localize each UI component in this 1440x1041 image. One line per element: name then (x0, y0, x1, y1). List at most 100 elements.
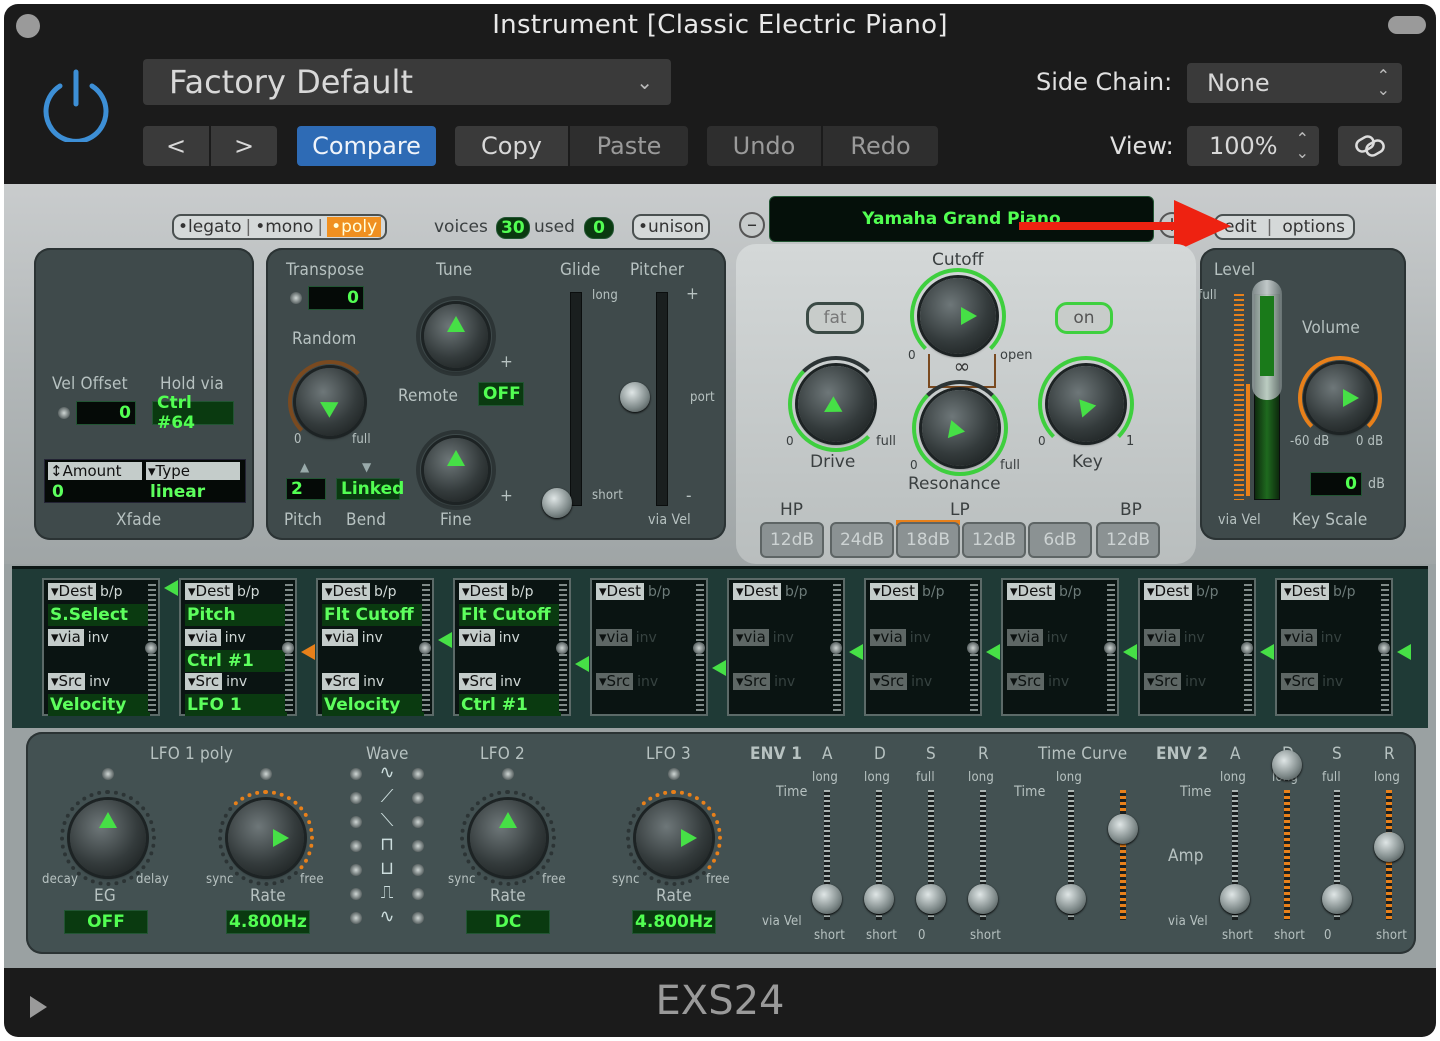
mod-slot-amount-handle[interactable] (1241, 642, 1253, 654)
mod-slot-10[interactable]: ▾Dest b/p ▾via inv ▾Src inv (1275, 578, 1411, 716)
env-fader-1-handle[interactable] (812, 884, 842, 914)
lfo2-led[interactable] (502, 768, 514, 780)
mod-slot-via-header[interactable]: ▾via inv (48, 628, 136, 647)
transpose-value[interactable]: 0 (308, 286, 364, 310)
mod-slot-src-header[interactable]: ▾Src inv (322, 672, 410, 691)
filter-tab-hp-12db[interactable]: 12dB (760, 522, 824, 558)
wave-3-lfo2-select[interactable] (412, 816, 424, 828)
wave-7-lfo2-select[interactable] (412, 912, 424, 924)
lfo3-rate-value[interactable]: 4.800Hz (632, 910, 716, 934)
mod-slot-dest-header[interactable]: ▾Dest b/p (1007, 582, 1095, 601)
lfo1-eg-led[interactable] (102, 768, 114, 780)
pitcher-fader-track[interactable] (656, 292, 668, 506)
type-value[interactable]: linear (150, 482, 205, 502)
mod-slot-src-header[interactable]: ▾Src inv (1144, 672, 1232, 691)
tune-knob[interactable] (424, 304, 488, 368)
glide-fader-handle[interactable] (542, 488, 572, 518)
wave-5-lfo2-select[interactable] (412, 864, 424, 876)
wave-7-lfo1-select[interactable] (350, 912, 362, 924)
lfo1-rate-knob[interactable] (228, 800, 304, 876)
mod-slot-src-header[interactable]: ▾Src inv (733, 672, 821, 691)
next-preset-button[interactable]: > (211, 126, 277, 166)
copy-button[interactable]: Copy (455, 126, 568, 166)
pitcher-fader-handle[interactable] (620, 382, 650, 412)
previous-preset-button[interactable]: < (143, 126, 209, 166)
wave-6-lfo1-select[interactable] (350, 888, 362, 900)
wave-3-lfo1-select[interactable] (350, 816, 362, 828)
env-fader-7-handle[interactable] (1220, 884, 1250, 914)
key-knob[interactable] (1048, 366, 1124, 442)
mod-slot-via-value[interactable]: Ctrl #1 (185, 650, 287, 672)
options-button[interactable]: options (1282, 217, 1345, 237)
mod-slot-via-header[interactable]: ▾via inv (733, 628, 821, 647)
wave-2-lfo1-select[interactable] (350, 792, 362, 804)
lfo3-led[interactable] (668, 768, 680, 780)
power-icon[interactable] (38, 66, 114, 144)
env-fader-10-handle[interactable] (1374, 832, 1404, 862)
mod-slot-amount-handle[interactable] (830, 642, 842, 654)
env-fader-6-track[interactable] (1120, 790, 1126, 920)
mod-slot-dest-header[interactable]: ▾Dest b/p (1281, 582, 1369, 601)
lfo2-rate-value[interactable]: DC (466, 910, 550, 934)
hold-via-value[interactable]: Ctrl #64 (152, 393, 234, 433)
mod-slot-dest-header[interactable]: ▾Dest b/p (459, 582, 547, 601)
mod-slot-3[interactable]: ▾Dest b/p Flt Cutoff ▾via inv ▾Src inv Velocity (316, 578, 452, 716)
mod-slot-src-header[interactable]: ▾Src inv (870, 672, 958, 691)
mono-option[interactable]: •mono (255, 217, 313, 237)
env-fader-9-handle[interactable] (1322, 884, 1352, 914)
resonance-knob[interactable] (922, 390, 998, 466)
transpose-led[interactable] (290, 292, 302, 304)
vel-offset-value[interactable]: 0 (76, 401, 136, 425)
mod-slot-dest-header[interactable]: ▾Dest b/p (1144, 582, 1232, 601)
bend-mode-value[interactable]: Linked (336, 478, 404, 500)
side-chain-select[interactable]: None ⌃ ⌄ (1187, 63, 1402, 103)
remote-value[interactable]: OFF (478, 382, 524, 406)
wave-5-lfo1-select[interactable] (350, 864, 362, 876)
window-control-pill[interactable] (1388, 16, 1426, 34)
mod-slot-amount-handle[interactable] (1378, 642, 1390, 654)
cutoff-knob[interactable] (920, 278, 996, 354)
mod-slot-src-header[interactable]: ▾Src inv (1281, 672, 1369, 691)
bend-up-arrow-icon[interactable]: ▲ (300, 460, 309, 474)
env-fader-2-handle[interactable] (864, 884, 894, 914)
mod-slot-via-header[interactable]: ▾via inv (1007, 628, 1095, 647)
mod-slot-src-value[interactable]: LFO 1 (185, 694, 287, 716)
glide-fader-track[interactable] (570, 292, 582, 506)
voices-value[interactable]: 30 (496, 217, 530, 239)
filter-tab-lp-18db[interactable]: 18dB (896, 522, 960, 558)
key-scale-value[interactable]: 0 (1310, 472, 1362, 496)
voice-mode-selector[interactable]: •legato | •mono | •poly (172, 214, 388, 240)
filter-tab-lp-24db[interactable]: 24dB (830, 522, 894, 558)
mod-slot-src-header[interactable]: ▾Src inv (459, 672, 547, 691)
mod-slot-2[interactable]: ▾Dest b/p Pitch ▾via inv Ctrl #1 ▾Src inv LFO 1 (179, 578, 315, 716)
mod-slot-dest-value[interactable]: Flt Cutoff (459, 604, 561, 626)
fine-knob[interactable] (424, 438, 488, 502)
wave-4-lfo2-select[interactable] (412, 840, 424, 852)
filter-tab-bp-12db[interactable]: 12dB (1096, 522, 1160, 558)
lfo1-rate-value[interactable]: 4.800Hz (226, 910, 310, 934)
compare-button[interactable]: Compare (297, 126, 436, 166)
mod-slot-src-header[interactable]: ▾Src inv (185, 672, 273, 691)
mod-slot-dest-header[interactable]: ▾Dest b/p (733, 582, 821, 601)
mod-slot-amount-handle[interactable] (967, 642, 979, 654)
mod-slot-via-header[interactable]: ▾via inv (1144, 628, 1232, 647)
volume-knob[interactable] (1306, 364, 1374, 432)
legato-option[interactable]: •legato (178, 217, 241, 237)
wave-6-lfo2-select[interactable] (412, 888, 424, 900)
mod-slot-via-header[interactable]: ▾via inv (459, 628, 547, 647)
type-header[interactable]: ▾Type (146, 462, 240, 480)
mod-slot-via-header[interactable]: ▾via inv (596, 628, 684, 647)
undo-button[interactable]: Undo (707, 126, 821, 166)
mod-slot-via-header[interactable]: ▾via inv (1281, 628, 1369, 647)
lfo3-rate-knob[interactable] (636, 800, 712, 876)
mod-slot-dest-header[interactable]: ▾Dest b/p (322, 582, 410, 601)
mod-slot-5[interactable]: ▾Dest b/p ▾via inv ▾Src inv (590, 578, 726, 716)
drive-knob[interactable] (798, 366, 874, 442)
random-knob[interactable] (296, 368, 364, 436)
env-fader-3-handle[interactable] (916, 884, 946, 914)
mod-slot-dest-value[interactable]: S.Select (48, 604, 150, 626)
link-button[interactable] (1338, 126, 1402, 166)
bend-up-value[interactable]: 2 (286, 478, 326, 500)
unison-toggle[interactable]: •unison (632, 214, 711, 240)
mod-slot-amount-handle[interactable] (282, 642, 294, 654)
